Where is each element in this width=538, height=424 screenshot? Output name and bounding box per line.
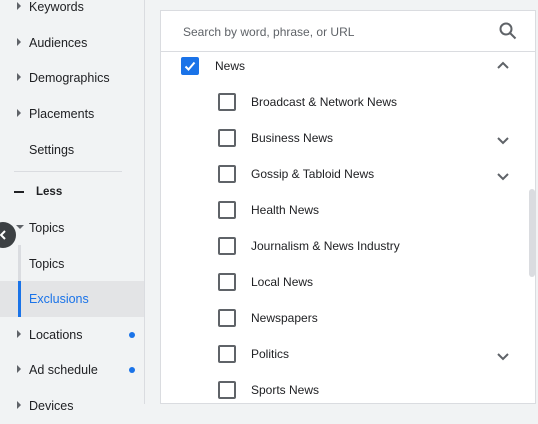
status-dot: [129, 367, 135, 373]
expand-triangle-icon: [17, 401, 21, 409]
expand-triangle-icon: [17, 109, 21, 117]
topic-label: Politics: [251, 347, 290, 361]
sidebar-item-label: Audiences: [29, 36, 88, 50]
sidebar-item-topics[interactable]: Topics: [0, 210, 144, 246]
sidebar-divider: [14, 171, 122, 172]
topic-row[interactable]: Gossip & Tabloid News: [161, 156, 535, 192]
expand-triangle-icon: [17, 365, 21, 373]
search-icon[interactable]: [499, 22, 517, 40]
sidebar-item-label: Exclusions: [29, 292, 89, 306]
status-dot: [129, 332, 135, 338]
topic-row-news[interactable]: News: [161, 48, 535, 84]
topic-label: Business News: [251, 131, 334, 145]
sidebar-item-demographics[interactable]: Demographics: [0, 60, 144, 96]
sidebar-item-locations[interactable]: Locations: [0, 317, 144, 353]
sidebar-item-devices[interactable]: Devices: [0, 388, 144, 424]
topic-label: Newspapers: [251, 311, 318, 325]
collapse-triangle-icon: [16, 225, 24, 229]
topic-row[interactable]: Broadcast & Network News: [161, 84, 535, 120]
topic-label: Sports News: [251, 383, 320, 397]
sidebar-item-label: Devices: [29, 399, 74, 413]
sidebar-item-label: Locations: [29, 328, 83, 342]
topic-checkbox[interactable]: [218, 237, 236, 255]
sidebar-item-label: Ad schedule: [29, 363, 98, 377]
search-input[interactable]: Search by word, phrase, or URL: [183, 25, 354, 39]
chevron-down-icon[interactable]: [496, 349, 510, 363]
topic-label: Broadcast & Network News: [251, 95, 398, 109]
chevron-left-icon: [0, 230, 6, 240]
sidebar-item-label: Keywords: [29, 0, 84, 14]
news-checkbox[interactable]: [181, 57, 199, 75]
less-label: Less: [36, 186, 63, 198]
chevron-up-icon[interactable]: [496, 59, 510, 73]
topic-picker-panel: Search by word, phrase, or URL News Broa…: [160, 10, 536, 404]
topic-row[interactable]: Sports News: [161, 372, 535, 408]
topic-checkbox[interactable]: [218, 201, 236, 219]
sidebar-subitem-topics[interactable]: Topics: [0, 246, 144, 282]
sidebar-less-toggle[interactable]: Less: [0, 174, 144, 210]
chevron-down-icon[interactable]: [496, 169, 510, 183]
topic-row[interactable]: Business News: [161, 120, 535, 156]
sidebar-item-keywords[interactable]: Keywords: [0, 0, 144, 25]
minus-icon: [14, 191, 24, 193]
scrollbar-thumb[interactable]: [529, 189, 535, 277]
topic-label: Gossip & Tabloid News: [251, 167, 375, 181]
sidebar-item-label: Demographics: [29, 71, 110, 85]
topic-label: Local News: [251, 275, 314, 289]
topic-label: News: [215, 59, 246, 73]
topic-checkbox[interactable]: [218, 273, 236, 291]
topic-checkbox[interactable]: [218, 381, 236, 399]
chevron-down-icon[interactable]: [496, 133, 510, 147]
sidebar-item-label: Topics: [29, 257, 65, 271]
expand-triangle-icon: [17, 330, 21, 338]
sidebar-item-label: Topics: [29, 221, 65, 235]
expand-triangle-icon: [17, 38, 21, 46]
topic-row[interactable]: Journalism & News Industry: [161, 228, 535, 264]
topic-label: Journalism & News Industry: [251, 239, 400, 253]
search-bar[interactable]: Search by word, phrase, or URL: [161, 11, 535, 52]
topic-checkbox[interactable]: [218, 309, 236, 327]
checkmark-icon: [184, 61, 196, 71]
sidebar-item-settings[interactable]: Settings: [0, 132, 144, 168]
topic-row[interactable]: Health News: [161, 192, 535, 228]
active-indicator: [18, 281, 21, 317]
sidebar-item-audiences[interactable]: Audiences: [0, 25, 144, 61]
sidebar-item-placements[interactable]: Placements: [0, 96, 144, 132]
topic-row[interactable]: Politics: [161, 336, 535, 372]
topic-checkbox[interactable]: [218, 345, 236, 363]
topic-label: Health News: [251, 203, 320, 217]
sidebar-subitem-exclusions[interactable]: Exclusions: [0, 281, 144, 317]
topic-checkbox[interactable]: [218, 129, 236, 147]
sidebar-nav: Keywords Audiences Demographics Placemen…: [0, 0, 145, 413]
sidebar-item-label: Settings: [29, 143, 75, 157]
topic-checkbox[interactable]: [218, 93, 236, 111]
expand-triangle-icon: [17, 2, 21, 10]
topic-row[interactable]: Newspapers: [161, 300, 535, 336]
expand-triangle-icon: [17, 73, 21, 81]
topic-row[interactable]: Local News: [161, 264, 535, 300]
sidebar-item-ad-schedule[interactable]: Ad schedule: [0, 352, 144, 388]
sidebar-item-label: Placements: [29, 107, 95, 121]
topic-checkbox[interactable]: [218, 165, 236, 183]
